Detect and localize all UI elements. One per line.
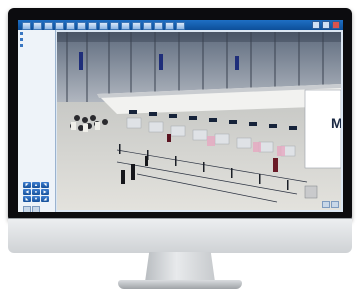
toolbar-button[interactable] bbox=[22, 22, 31, 30]
close-button[interactable] bbox=[332, 21, 340, 29]
up-arrow-icon[interactable]: ▲ bbox=[32, 182, 40, 188]
terminal-sign-letter: M bbox=[331, 115, 341, 131]
ptz-extra-controls bbox=[23, 206, 40, 212]
toolbar-button[interactable] bbox=[132, 22, 141, 30]
monitor-chin bbox=[8, 218, 352, 253]
title-bar bbox=[18, 20, 343, 30]
tree-item-camera[interactable] bbox=[18, 43, 55, 48]
camera-icon bbox=[20, 38, 23, 41]
maximize-button[interactable] bbox=[322, 21, 330, 29]
down-left-arrow-icon[interactable]: ◣ bbox=[23, 196, 31, 202]
left-arrow-icon[interactable]: ◀ bbox=[23, 189, 31, 195]
camera-group-icon bbox=[20, 32, 23, 35]
center-icon[interactable]: ● bbox=[32, 189, 40, 195]
monitor-base bbox=[118, 280, 242, 289]
toolbar-button[interactable] bbox=[110, 22, 119, 30]
up-left-arrow-icon[interactable]: ◤ bbox=[23, 182, 31, 188]
app-window: ◤ ▲ ◥ ◀ ● ▶ ◣ ▼ ◢ M bbox=[18, 20, 343, 212]
toolbar-button[interactable] bbox=[165, 22, 174, 30]
device-sidebar: ◤ ▲ ◥ ◀ ● ▶ ◣ ▼ ◢ bbox=[18, 30, 56, 212]
minimize-button[interactable] bbox=[312, 21, 320, 29]
toolbar-button[interactable] bbox=[33, 22, 42, 30]
toolbar-button[interactable] bbox=[77, 22, 86, 30]
video-window-controls bbox=[322, 201, 339, 208]
tree-item-group[interactable] bbox=[18, 31, 55, 36]
ptz-control-pad: ◤ ▲ ◥ ◀ ● ▶ ◣ ▼ ◢ bbox=[23, 182, 49, 204]
camera-frame: M bbox=[57, 32, 341, 210]
toolbar bbox=[18, 22, 185, 30]
toolbar-button[interactable] bbox=[121, 22, 130, 30]
up-right-arrow-icon[interactable]: ◥ bbox=[41, 182, 49, 188]
down-arrow-icon[interactable]: ▼ bbox=[32, 196, 40, 202]
camera-icon bbox=[20, 44, 23, 47]
snapshot-button[interactable] bbox=[322, 201, 330, 208]
zoom-out-button[interactable] bbox=[32, 206, 40, 212]
window-controls bbox=[308, 21, 340, 29]
toolbar-button[interactable] bbox=[88, 22, 97, 30]
toolbar-button[interactable] bbox=[176, 22, 185, 30]
monitor-stand bbox=[145, 252, 215, 282]
record-button[interactable] bbox=[331, 201, 339, 208]
toolbar-button[interactable] bbox=[99, 22, 108, 30]
toolbar-button[interactable] bbox=[44, 22, 53, 30]
toolbar-button[interactable] bbox=[55, 22, 64, 30]
zoom-in-button[interactable] bbox=[23, 206, 31, 212]
tree-item-camera[interactable] bbox=[18, 37, 55, 42]
toolbar-button[interactable] bbox=[143, 22, 152, 30]
down-right-arrow-icon[interactable]: ◢ bbox=[41, 196, 49, 202]
toolbar-button[interactable] bbox=[154, 22, 163, 30]
right-arrow-icon[interactable]: ▶ bbox=[41, 189, 49, 195]
live-video-view[interactable]: M bbox=[57, 32, 341, 210]
toolbar-button[interactable] bbox=[66, 22, 75, 30]
